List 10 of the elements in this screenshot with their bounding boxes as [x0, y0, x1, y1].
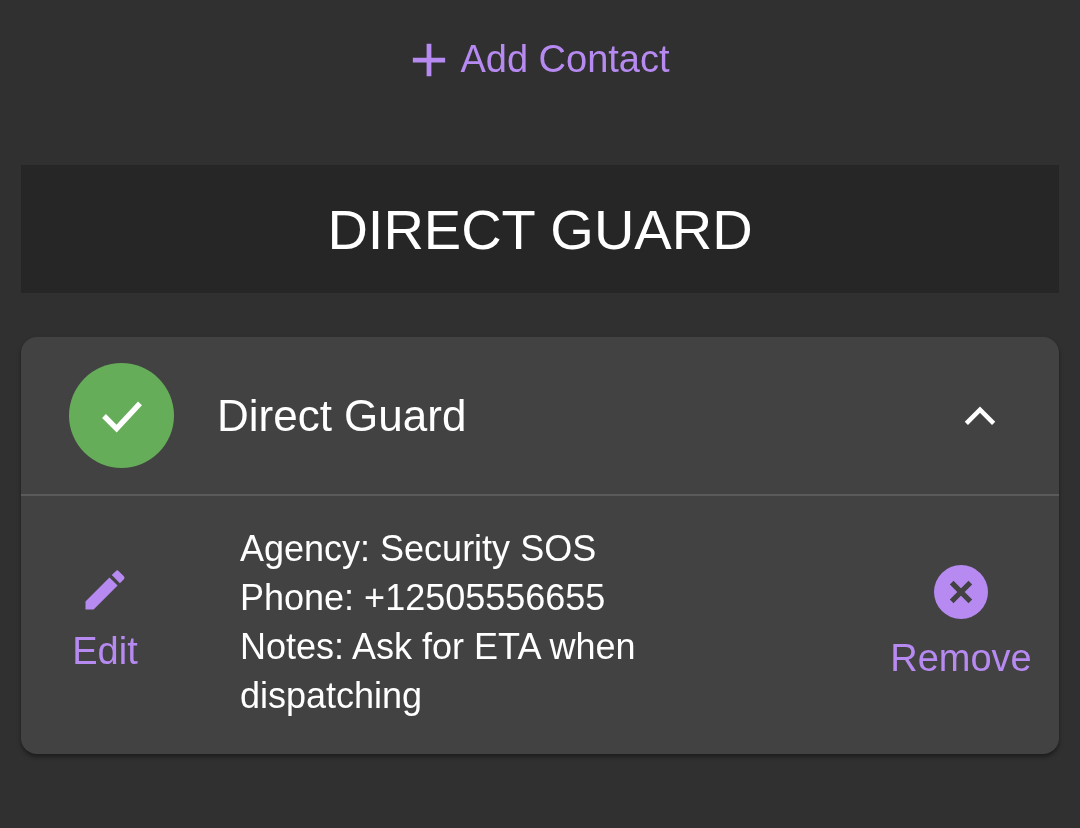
contact-detail: Agency: Security SOS [240, 527, 598, 571]
remove-button[interactable]: Remove [881, 564, 1041, 680]
contact-detail: Phone: +12505556655 [240, 576, 607, 620]
section-title: DIRECT GUARD [327, 196, 753, 262]
edit-button[interactable]: Edit [21, 563, 189, 673]
add-contact-button[interactable]: Add Contact [406, 36, 674, 83]
contact-detail: Notes: Ask for ETA when dispatching [240, 625, 637, 718]
close-icon [934, 564, 988, 619]
contact-name: Direct Guard [217, 390, 468, 441]
chevron-up-icon[interactable] [963, 405, 997, 426]
